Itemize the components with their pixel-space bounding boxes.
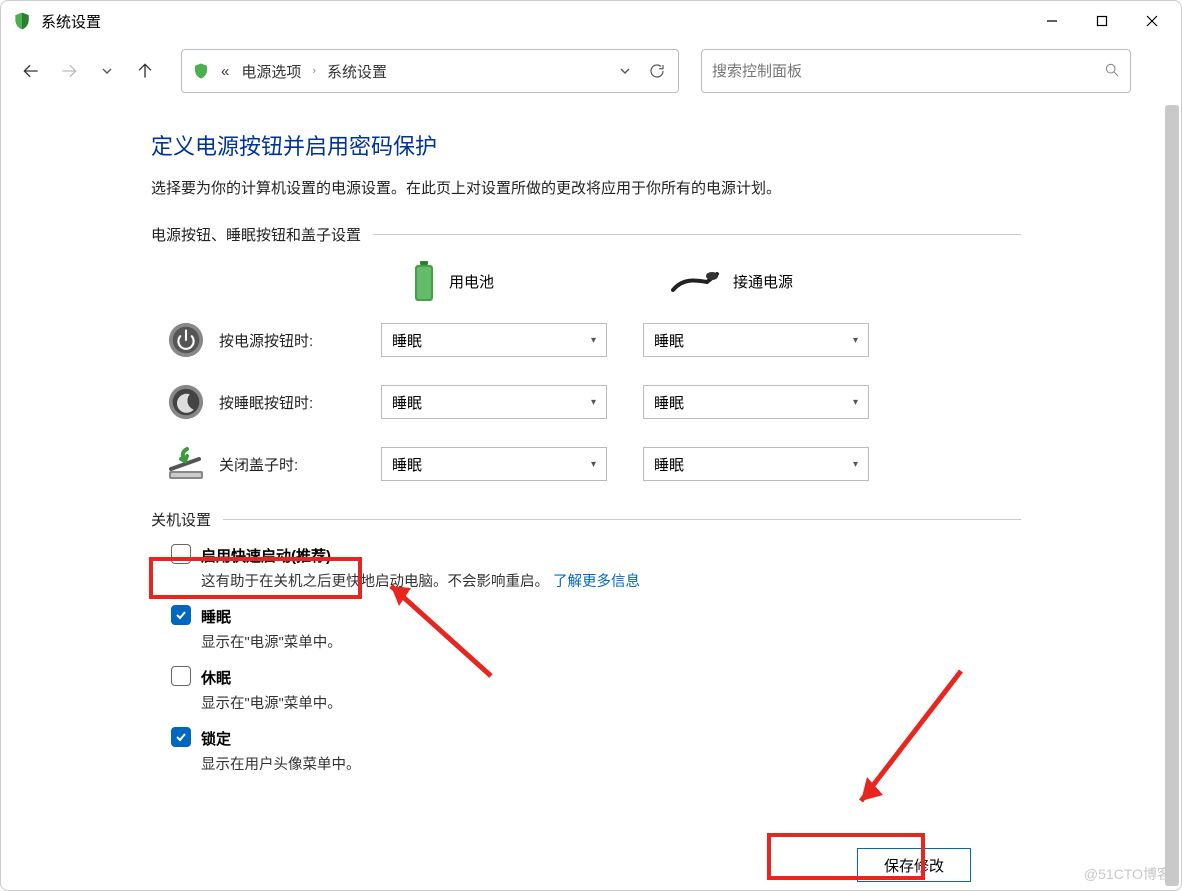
checkbox-lock[interactable] (171, 727, 191, 747)
battery-icon (411, 259, 437, 303)
sleep-button-ac-dropdown[interactable]: 睡眠 ▾ (643, 385, 869, 419)
col-battery-label: 用电池 (449, 271, 494, 292)
shield-icon (11, 10, 33, 32)
section-title-shutdown: 关机设置 (151, 509, 211, 530)
chevron-down-icon: ▾ (853, 397, 858, 408)
navbar: « 电源选项 › 系统设置 (1, 41, 1181, 101)
forward-button[interactable] (57, 59, 81, 83)
search-box[interactable] (701, 49, 1131, 93)
moon-icon (165, 381, 207, 423)
search-input[interactable] (712, 63, 1104, 80)
power-icon (165, 319, 207, 361)
check-label: 休眠 (201, 666, 231, 688)
maximize-button[interactable] (1077, 3, 1127, 39)
titlebar: 系统设置 (1, 1, 1181, 41)
row-sleep-button: 按睡眠按钮时: 睡眠 ▾ 睡眠 ▾ (151, 381, 1021, 423)
back-button[interactable] (19, 59, 43, 83)
row-power-button: 按电源按钮时: 睡眠 ▾ 睡眠 ▾ (151, 319, 1021, 361)
checkbox-hibernate[interactable] (171, 666, 191, 686)
up-button[interactable] (133, 59, 157, 83)
row-label: 按睡眠按钮时: (219, 392, 369, 413)
checkbox-fast-startup[interactable] (171, 544, 191, 564)
sleep-button-battery-dropdown[interactable]: 睡眠 ▾ (381, 385, 607, 419)
breadcrumb-power-options[interactable]: 电源选项 (238, 59, 304, 84)
checkbox-sleep[interactable] (171, 605, 191, 625)
search-icon[interactable] (1104, 62, 1120, 81)
breadcrumb-system-settings[interactable]: 系统设置 (324, 59, 390, 84)
chevron-right-icon: › (310, 65, 318, 77)
shield-icon (190, 60, 212, 82)
row-label: 关闭盖子时: (219, 454, 369, 475)
close-button[interactable] (1127, 3, 1177, 39)
close-lid-battery-dropdown[interactable]: 睡眠 ▾ (381, 447, 607, 481)
scrollbar[interactable] (1165, 105, 1179, 886)
section-title-buttons: 电源按钮、睡眠按钮和盖子设置 (151, 224, 361, 245)
watermark: @51CTO博客 (1084, 864, 1171, 884)
check-label: 锁定 (201, 727, 231, 749)
page-title: 定义电源按钮并启用密码保护 (151, 129, 1021, 161)
address-bar[interactable]: « 电源选项 › 系统设置 (181, 49, 679, 93)
check-label: 启用快速启动(推荐) (201, 544, 331, 566)
row-label: 按电源按钮时: (219, 330, 369, 351)
address-bar-dropdown[interactable] (612, 65, 638, 77)
chevron-down-icon: ▾ (591, 459, 596, 470)
chevron-down-icon: ▾ (591, 397, 596, 408)
check-label: 睡眠 (201, 605, 231, 627)
col-ac-label: 接通电源 (733, 271, 793, 292)
close-lid-ac-dropdown[interactable]: 睡眠 ▾ (643, 447, 869, 481)
laptop-lid-icon (165, 443, 207, 485)
recent-dropdown-button[interactable] (95, 59, 119, 83)
refresh-button[interactable] (644, 62, 670, 80)
power-button-battery-dropdown[interactable]: 睡眠 ▾ (381, 323, 607, 357)
plug-icon (671, 268, 721, 294)
row-close-lid: 关闭盖子时: 睡眠 ▾ 睡眠 ▾ (151, 443, 1021, 485)
window-title: 系统设置 (41, 11, 1027, 32)
power-button-ac-dropdown[interactable]: 睡眠 ▾ (643, 323, 869, 357)
learn-more-link[interactable]: 了解更多信息 (553, 574, 640, 590)
chevron-down-icon: ▾ (853, 335, 858, 346)
minimize-button[interactable] (1027, 3, 1077, 39)
chevron-down-icon: ▾ (853, 459, 858, 470)
page-description: 选择要为你的计算机设置的电源设置。在此页上对设置所做的更改将应用于你所有的电源计… (151, 177, 1021, 198)
address-prefix[interactable]: « (218, 61, 232, 82)
chevron-down-icon: ▾ (591, 335, 596, 346)
save-button[interactable]: 保存修改 (857, 848, 971, 882)
